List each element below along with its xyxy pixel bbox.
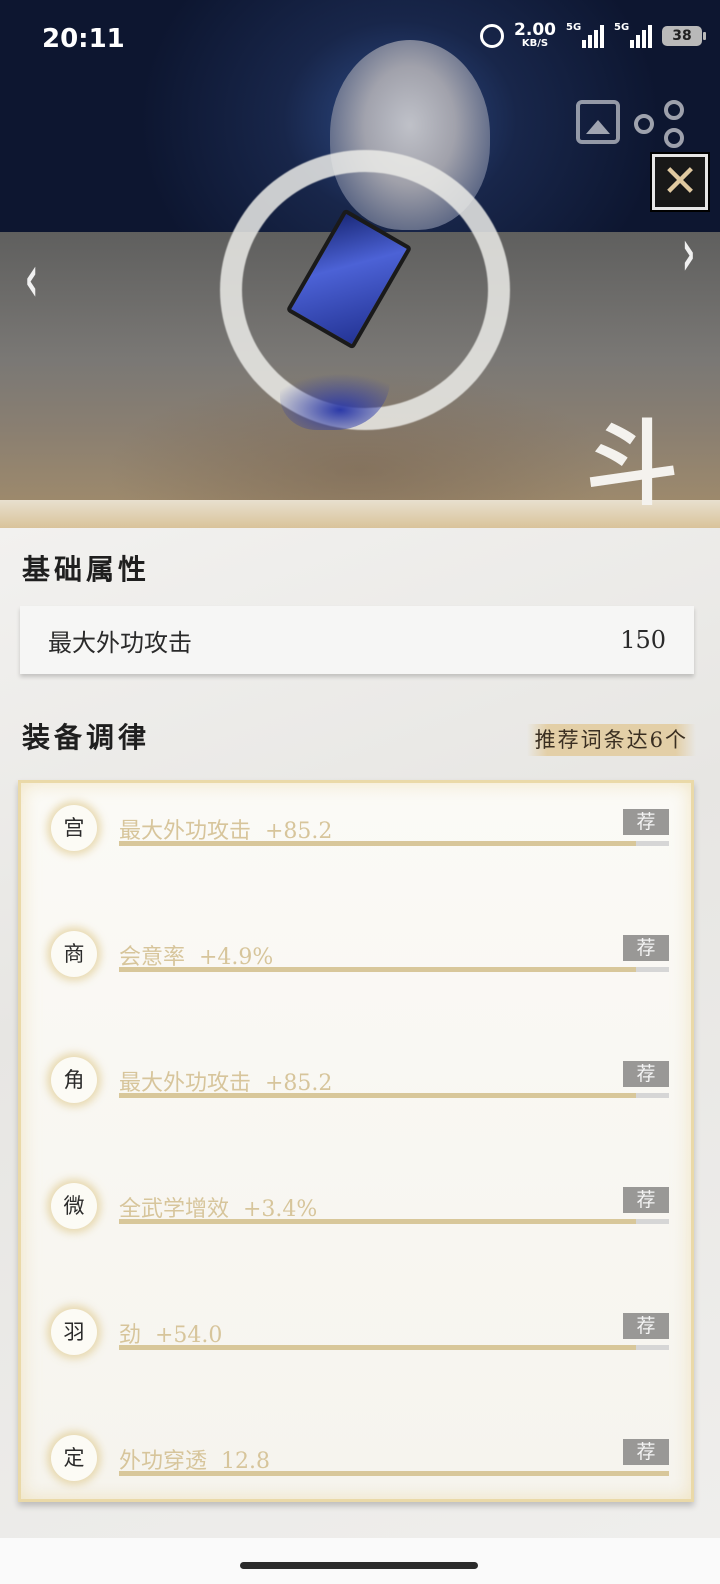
status-time: 20:11	[42, 24, 125, 54]
network-speed: 2.00 KB/S	[514, 22, 556, 49]
signal-label: 5G	[566, 21, 582, 33]
next-arrow-icon[interactable]: ›	[682, 220, 696, 286]
recommended-tag: 荐	[623, 1187, 669, 1213]
tuning-title: 装备调律	[22, 721, 151, 754]
attribute-value: 150	[620, 626, 666, 654]
recommended-tag: 荐	[623, 1439, 669, 1465]
tone-badge: 角	[51, 1057, 97, 1103]
battery-icon: 38	[662, 25, 706, 46]
tuning-row[interactable]: 商 会意率 +4.9% 荐	[21, 931, 691, 991]
attribute-label: 最大外功攻击	[48, 628, 192, 657]
tuning-row[interactable]: 角 最大外功攻击 +85.2 荐	[21, 1057, 691, 1117]
previous-arrow-icon[interactable]: ‹	[25, 246, 39, 312]
recommended-tag: 荐	[623, 809, 669, 835]
home-indicator[interactable]	[240, 1562, 478, 1569]
tone-badge: 定	[51, 1435, 97, 1481]
hero-banner: 20:11 2.00 KB/S 5G 5G 38 ✕ ‹ › 斗	[0, 0, 720, 528]
tone-badge: 宫	[51, 805, 97, 851]
tassel-decoration	[280, 330, 390, 430]
system-nav-bar	[0, 1538, 720, 1584]
tone-badge: 商	[51, 931, 97, 977]
tuning-row[interactable]: 微 全武学增效 +3.4% 荐	[21, 1183, 691, 1243]
tuning-row[interactable]: 定 外功穿透 12.8 荐	[21, 1435, 691, 1495]
share-icon[interactable]	[634, 100, 684, 148]
alarm-icon	[480, 23, 505, 48]
category-glyph: 斗	[585, 410, 678, 518]
stat-progress-bar	[119, 1471, 669, 1476]
recommended-tag: 荐	[623, 1313, 669, 1339]
basic-attributes-title: 基础属性	[22, 553, 151, 586]
stat-progress-bar	[119, 1345, 669, 1350]
status-icons: 2.00 KB/S 5G 5G 38	[480, 21, 706, 49]
speed-value: 2.00	[514, 20, 556, 40]
image-icon[interactable]	[576, 100, 620, 144]
tuning-row[interactable]: 宫 最大外功攻击 +85.2 荐	[21, 805, 691, 865]
top-actions	[576, 100, 684, 148]
equipment-details: 基础属性 最大外功攻击 150 装备调律 推荐词条达6个 宫 最大外功攻击 +8…	[0, 528, 720, 1538]
tuning-row[interactable]: 羽 劲 +54.0 荐	[21, 1309, 691, 1369]
tuning-panel: 宫 最大外功攻击 +85.2 荐 商 会意率 +4.9% 荐 角 最大外功攻击 …	[18, 780, 694, 1502]
signal-label-2: 5G	[614, 21, 630, 33]
basic-attribute-row: 最大外功攻击 150	[20, 606, 694, 674]
signal-icon-2: 5G	[614, 21, 652, 48]
stat-progress-bar	[119, 1219, 669, 1224]
tone-badge: 羽	[51, 1309, 97, 1355]
recommended-tag: 荐	[623, 1061, 669, 1087]
recommended-tag: 荐	[623, 935, 669, 961]
tone-badge: 微	[51, 1183, 97, 1229]
signal-icon: 5G	[566, 21, 604, 48]
close-button[interactable]: ✕	[650, 152, 710, 212]
stat-progress-bar	[119, 1093, 669, 1098]
stat-progress-bar	[119, 967, 669, 972]
stat-progress-bar	[119, 841, 669, 846]
speed-unit: KB/S	[521, 38, 549, 49]
recommend-count-badge: 推荐词条达6个	[526, 724, 696, 756]
